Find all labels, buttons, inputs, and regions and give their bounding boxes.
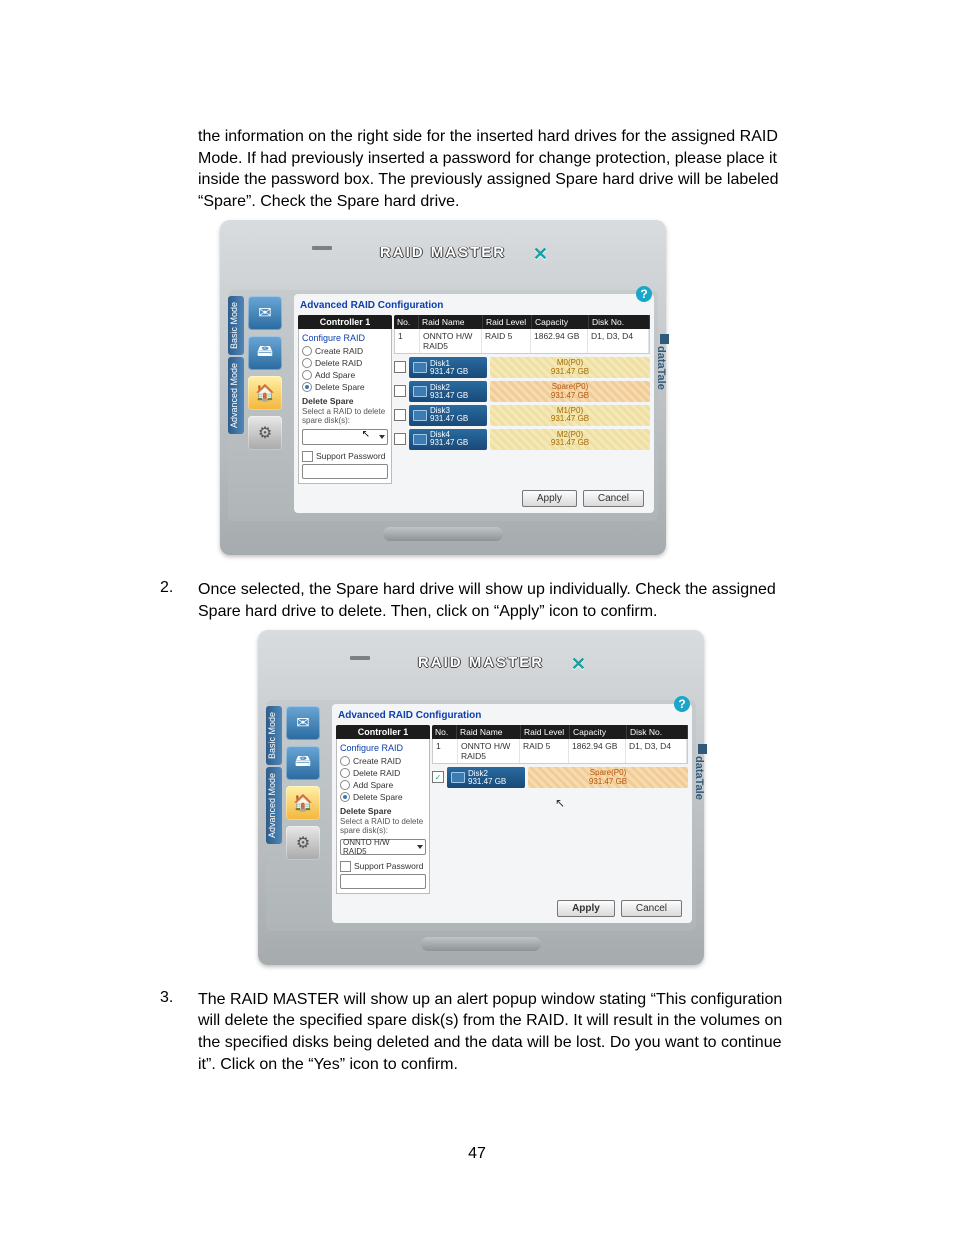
sidebar-icon-1[interactable]: ✉ <box>248 296 282 330</box>
disk3-label: Disk3931.47 GB <box>409 405 487 426</box>
sidebar-icon-4[interactable]: ⚙ <box>248 416 282 450</box>
intro-paragraph: the information on the right side for th… <box>198 126 794 212</box>
radio-add-spare[interactable] <box>302 370 312 380</box>
radio-create-raid[interactable] <box>340 756 350 766</box>
support-password-checkbox[interactable] <box>302 451 313 462</box>
radio-delete-spare[interactable] <box>302 382 312 392</box>
apply-button[interactable]: Apply <box>522 490 577 507</box>
raid-table-row[interactable]: 1 ONNTO H/W RAID5 RAID 5 1862.94 GB D1, … <box>394 329 650 354</box>
disk1-checkbox[interactable] <box>394 361 406 373</box>
disk1-label: Disk1931.47 GB <box>409 357 487 378</box>
controller-header: Controller 1 <box>336 725 430 739</box>
raid-table-header: No. Raid Name Raid Level Capacity Disk N… <box>394 315 650 329</box>
radio-delete-spare-label: Delete Spare <box>315 382 365 392</box>
sidebar-icon-3[interactable]: 🏠 <box>286 786 320 820</box>
radio-create-raid-label: Create RAID <box>315 346 363 356</box>
support-password-label: Support Password <box>354 861 423 871</box>
disk2-checkbox[interactable] <box>394 385 406 397</box>
footer-bar <box>383 527 503 541</box>
select-raid-hint: Select a RAID to delete spare disk(s): <box>340 818 426 836</box>
radio-delete-spare[interactable] <box>340 792 350 802</box>
minimize-icon[interactable] <box>312 246 332 250</box>
sidebar-icon-1[interactable]: ✉ <box>286 706 320 740</box>
cancel-button[interactable]: Cancel <box>621 900 682 917</box>
panel-title: Advanced RAID Configuration <box>300 300 650 311</box>
disk4-checkbox[interactable] <box>394 433 406 445</box>
raid-select-combo[interactable]: ↖ <box>302 429 388 445</box>
disk2-label: Disk2931.47 GB <box>409 381 487 402</box>
hdd-icon <box>413 362 427 373</box>
disk-row-2: Disk2931.47 GB Spare(P0)931.47 GB <box>394 381 650 402</box>
disk2-label: Disk2931.47 GB <box>447 767 525 788</box>
hdd-icon <box>413 410 427 421</box>
step-3-paragraph: The RAID MASTER will show up an alert po… <box>198 989 794 1075</box>
raid-select-combo[interactable]: ONNTO H/W RAID5 <box>340 839 426 855</box>
sidebar-icon-4[interactable]: ⚙ <box>286 826 320 860</box>
disk1-status: M0(P0)931.47 GB <box>490 357 650 378</box>
select-raid-hint: Select a RAID to delete spare disk(s): <box>302 408 388 426</box>
raid-table-header: No. Raid Name Raid Level Capacity Disk N… <box>432 725 688 739</box>
disk-row-4: Disk4931.47 GB M2(P0)931.47 GB <box>394 429 650 450</box>
configure-raid-link[interactable]: Configure RAID <box>340 743 426 753</box>
apply-button[interactable]: Apply <box>557 900 615 917</box>
radio-delete-raid-label: Delete RAID <box>315 358 362 368</box>
cursor-icon: ↖ <box>432 796 688 810</box>
app-title: RAID MASTER <box>228 244 658 261</box>
tab-advanced-mode[interactable]: Advanced Mode <box>266 767 282 844</box>
cursor-icon: ↖ <box>362 429 370 440</box>
disk4-label: Disk4931.47 GB <box>409 429 487 450</box>
tab-basic-mode[interactable]: Basic Mode <box>266 706 282 765</box>
app-title: RAID MASTER <box>266 654 696 671</box>
minimize-icon[interactable] <box>350 656 370 660</box>
support-password-label: Support Password <box>316 451 385 461</box>
screenshot-1: ✕ RAID MASTER ? Basic Mode Advanced Mode… <box>220 220 666 555</box>
screenshot-2: ✕ RAID MASTER ? Basic Mode Advanced Mode… <box>258 630 704 965</box>
disk2-status: Spare(P0)931.47 GB <box>528 767 688 788</box>
radio-add-spare[interactable] <box>340 780 350 790</box>
hdd-icon <box>413 386 427 397</box>
sidebar-icon-3[interactable]: 🏠 <box>248 376 282 410</box>
radio-add-spare-label: Add Spare <box>315 370 355 380</box>
raid-table-row[interactable]: 1 ONNTO H/W RAID5 RAID 5 1862.94 GB D1, … <box>432 739 688 764</box>
footer-bar <box>421 937 541 951</box>
close-icon[interactable]: ✕ <box>533 244 548 265</box>
brand-label: dataTale <box>654 330 668 394</box>
step-2-paragraph: Once selected, the Spare hard drive will… <box>198 579 794 622</box>
sidebar-icon-2[interactable]: 🖴 <box>248 336 282 370</box>
hdd-icon <box>451 772 465 783</box>
radio-delete-raid[interactable] <box>302 358 312 368</box>
tab-basic-mode[interactable]: Basic Mode <box>228 296 244 355</box>
disk3-checkbox[interactable] <box>394 409 406 421</box>
panel-title: Advanced RAID Configuration <box>338 710 688 721</box>
delete-spare-subheader: Delete Spare <box>302 396 388 406</box>
cancel-button[interactable]: Cancel <box>583 490 644 507</box>
configure-raid-link[interactable]: Configure RAID <box>302 333 388 343</box>
disk-row-1: Disk1931.47 GB M0(P0)931.47 GB <box>394 357 650 378</box>
delete-spare-subheader: Delete Spare <box>340 806 426 816</box>
sidebar-icon-2[interactable]: 🖴 <box>286 746 320 780</box>
disk2-checkbox[interactable]: ✓ <box>432 771 444 783</box>
password-input[interactable] <box>302 464 388 479</box>
password-input[interactable] <box>340 874 426 889</box>
brand-label: dataTale <box>692 740 706 804</box>
disk-row-2: ✓ Disk2931.47 GB Spare(P0)931.47 GB <box>432 767 688 788</box>
disk2-status: Spare(P0)931.47 GB <box>490 381 650 402</box>
page-number: 47 <box>160 1145 794 1163</box>
support-password-checkbox[interactable] <box>340 861 351 872</box>
hdd-icon <box>413 434 427 445</box>
radio-delete-raid[interactable] <box>340 768 350 778</box>
close-icon[interactable]: ✕ <box>571 654 586 675</box>
radio-create-raid[interactable] <box>302 346 312 356</box>
controller-header: Controller 1 <box>298 315 392 329</box>
disk3-status: M1(P0)931.47 GB <box>490 405 650 426</box>
tab-advanced-mode[interactable]: Advanced Mode <box>228 357 244 434</box>
disk4-status: M2(P0)931.47 GB <box>490 429 650 450</box>
disk-row-3: Disk3931.47 GB M1(P0)931.47 GB <box>394 405 650 426</box>
